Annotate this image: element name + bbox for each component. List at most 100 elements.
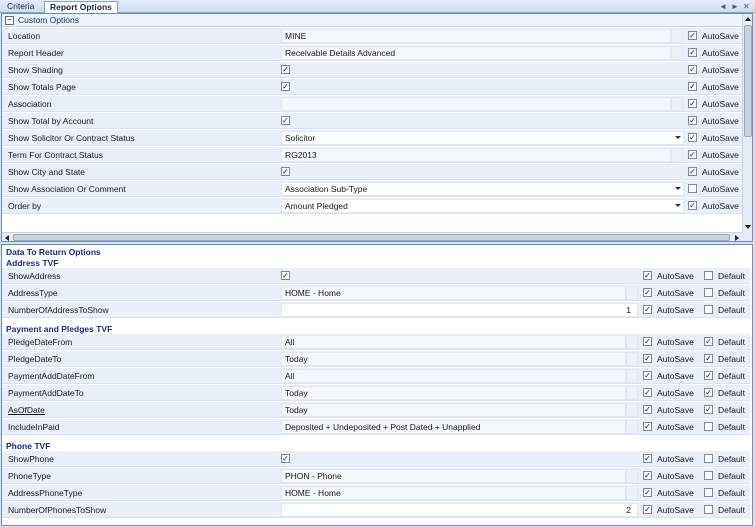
- default-checkbox[interactable]: [704, 471, 713, 480]
- address-phone-type-button[interactable]: [626, 486, 638, 500]
- report-header-button[interactable]: [671, 46, 683, 60]
- as-of-date-button[interactable]: [626, 403, 638, 417]
- number-of-phones-field[interactable]: 2: [281, 503, 638, 517]
- vertical-scroll-thumb[interactable]: [744, 25, 752, 137]
- scroll-right-icon[interactable]: [735, 235, 739, 241]
- autosave-checkbox[interactable]: ✓: [643, 337, 652, 346]
- tvf-row-pledge-date-to: PledgeDateTo Today ✓ AutoSave ✓ Default: [2, 351, 750, 367]
- tvf-label: AddressType: [8, 288, 58, 298]
- report-header-field[interactable]: Receivable Details Advanced: [281, 46, 671, 60]
- address-type-button[interactable]: [626, 286, 638, 300]
- default-checkbox[interactable]: [704, 305, 713, 314]
- close-icon[interactable]: ✕: [743, 1, 750, 12]
- pledge-date-to-button[interactable]: [626, 352, 638, 366]
- autosave-checkbox[interactable]: ✓: [688, 201, 697, 210]
- autosave-checkbox[interactable]: ✓: [643, 288, 652, 297]
- order-by-select[interactable]: Amount Pledged: [281, 199, 684, 213]
- default-checkbox[interactable]: [704, 488, 713, 497]
- autosave-checkbox[interactable]: ✓: [643, 405, 652, 414]
- phone-type-field[interactable]: PHON - Phone: [281, 469, 626, 483]
- pledge-date-from-button[interactable]: [626, 335, 638, 349]
- autosave-checkbox[interactable]: ✓: [688, 48, 697, 57]
- tab-criteria[interactable]: Criteria: [2, 1, 39, 13]
- default-checkbox[interactable]: ✓: [704, 405, 713, 414]
- default-checkbox[interactable]: ✓: [704, 337, 713, 346]
- payment-add-date-to-field[interactable]: Today: [281, 386, 626, 400]
- autosave-checkbox[interactable]: ✓: [643, 388, 652, 397]
- show-phone-checkbox[interactable]: ✓: [281, 454, 290, 463]
- tvf-row-show-address: ShowAddress ✓ ✓ AutoSave Default: [2, 268, 750, 284]
- term-contract-status-field[interactable]: RG2013: [281, 148, 671, 162]
- phone-type-button[interactable]: [626, 469, 638, 483]
- default-checkbox[interactable]: ✓: [704, 371, 713, 380]
- location-lookup-button[interactable]: [671, 29, 683, 43]
- autosave-label: AutoSave: [657, 405, 694, 415]
- tvf-row-payment-add-date-to: PaymentAddDateTo Today ✓ AutoSave ✓ Defa…: [2, 385, 750, 401]
- as-of-date-field[interactable]: Today: [281, 403, 626, 417]
- default-checkbox[interactable]: [704, 505, 713, 514]
- number-of-address-field[interactable]: 1: [281, 303, 638, 317]
- autosave-checkbox[interactable]: ✓: [643, 354, 652, 363]
- autosave-checkbox[interactable]: ✓: [643, 488, 652, 497]
- tvf-label: ShowAddress: [8, 271, 61, 281]
- association-or-comment-select[interactable]: Association Sub-Type: [281, 182, 684, 196]
- show-city-state-checkbox[interactable]: ✓: [281, 167, 290, 176]
- payment-add-date-from-field[interactable]: All: [281, 369, 626, 383]
- pledge-date-from-field[interactable]: All: [281, 335, 626, 349]
- autosave-checkbox[interactable]: ✓: [643, 422, 652, 431]
- payment-add-date-from-button[interactable]: [626, 369, 638, 383]
- scroll-left-icon[interactable]: [5, 235, 9, 241]
- chevron-down-icon: [675, 204, 681, 207]
- collapse-icon[interactable]: −: [5, 16, 14, 25]
- scroll-up-icon[interactable]: [745, 17, 751, 21]
- default-checkbox[interactable]: [704, 422, 713, 431]
- address-phone-type-field[interactable]: HOME - Home: [281, 486, 626, 500]
- pledge-date-to-field[interactable]: Today: [281, 352, 626, 366]
- autosave-checkbox[interactable]: ✓: [688, 150, 697, 159]
- tab-next-icon[interactable]: ►: [731, 1, 739, 12]
- autosave-checkbox[interactable]: ✓: [643, 505, 652, 514]
- address-type-field[interactable]: HOME - Home: [281, 286, 626, 300]
- autosave-checkbox[interactable]: ✓: [688, 82, 697, 91]
- autosave-checkbox[interactable]: ✓: [688, 99, 697, 108]
- default-checkbox[interactable]: [704, 271, 713, 280]
- horizontal-scrollbar[interactable]: [2, 232, 742, 241]
- autosave-checkbox[interactable]: ✓: [688, 133, 697, 142]
- default-checkbox[interactable]: [704, 454, 713, 463]
- location-field[interactable]: MINE: [281, 29, 671, 43]
- scroll-down-icon[interactable]: [745, 225, 751, 229]
- association-field[interactable]: [281, 97, 671, 111]
- default-label: Default: [718, 471, 745, 481]
- autosave-checkbox[interactable]: ✓: [688, 116, 697, 125]
- term-contract-status-button[interactable]: [671, 148, 683, 162]
- autosave-checkbox[interactable]: ✓: [688, 167, 697, 176]
- solicitor-or-contract-select[interactable]: Solicitor: [281, 131, 684, 145]
- payment-add-date-to-button[interactable]: [626, 386, 638, 400]
- default-checkbox[interactable]: [704, 288, 713, 297]
- horizontal-scroll-thumb[interactable]: [13, 234, 730, 241]
- autosave-checkbox[interactable]: ✓: [643, 371, 652, 380]
- include-in-paid-button[interactable]: [626, 420, 638, 434]
- include-in-paid-field[interactable]: Deposited + Undeposited + Post Dated + U…: [281, 420, 626, 434]
- autosave-checkbox[interactable]: [688, 184, 697, 193]
- autosave-checkbox[interactable]: ✓: [643, 454, 652, 463]
- show-address-checkbox[interactable]: ✓: [281, 271, 290, 280]
- show-total-by-account-checkbox[interactable]: ✓: [281, 116, 290, 125]
- autosave-checkbox[interactable]: ✓: [688, 65, 697, 74]
- option-label: Show Totals Page: [8, 82, 76, 92]
- default-checkbox[interactable]: ✓: [704, 354, 713, 363]
- autosave-checkbox[interactable]: ✓: [643, 271, 652, 280]
- autosave-checkbox[interactable]: ✓: [643, 471, 652, 480]
- association-lookup-button[interactable]: [671, 97, 683, 111]
- default-checkbox[interactable]: ✓: [704, 388, 713, 397]
- option-label: Show Solicitor Or Contract Status: [8, 133, 135, 143]
- show-shading-checkbox[interactable]: ✓: [281, 65, 290, 74]
- solicitor-or-contract-value: Solicitor: [285, 133, 316, 143]
- show-totals-page-checkbox[interactable]: ✓: [281, 82, 290, 91]
- autosave-checkbox[interactable]: ✓: [688, 31, 697, 40]
- option-row-term-contract-status: Term For Contract Status RG2013 ✓ AutoSa…: [2, 147, 742, 163]
- tab-prev-icon[interactable]: ◄: [719, 1, 727, 12]
- association-or-comment-value: Association Sub-Type: [285, 184, 368, 194]
- vertical-scrollbar[interactable]: [742, 14, 752, 232]
- autosave-checkbox[interactable]: ✓: [643, 305, 652, 314]
